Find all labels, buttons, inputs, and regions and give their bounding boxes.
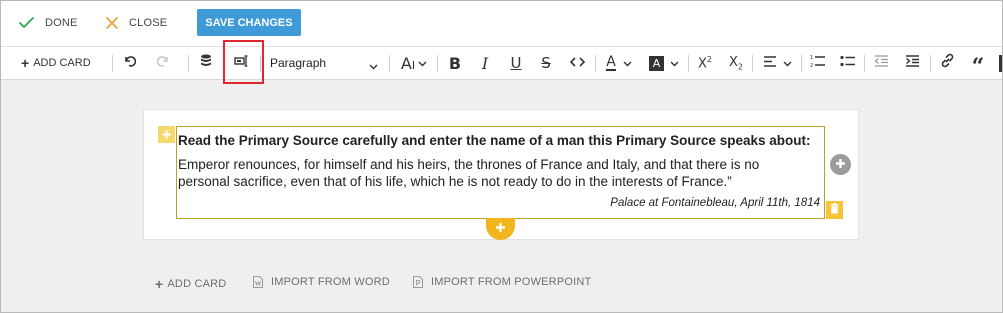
done-button[interactable]: DONE [18,0,78,45]
toolbar-divider [260,55,261,72]
undo-button[interactable] [118,47,140,79]
word-file-icon [253,276,263,288]
database-button[interactable] [195,47,217,79]
chevron-down-icon [670,54,679,72]
underline-icon: U [510,54,522,72]
redo-icon [156,54,170,72]
toolbar-add-card-label: ADD CARD [33,57,91,69]
toolbar-divider [112,55,113,72]
toolbar-divider [688,55,689,72]
toolbar-divider [188,55,189,72]
numbered-list-button[interactable]: 12 [807,47,829,79]
blockquote-button[interactable]: “ [967,47,989,79]
plus-icon [835,156,846,174]
toolbar-divider [437,55,438,72]
superscript-button[interactable]: X2 [694,47,716,79]
toolbar-divider [595,55,596,72]
toolbar-add-card-button[interactable]: + ADD CARD [21,47,91,79]
plus-icon [162,126,171,144]
background-color-button[interactable]: A [645,47,683,79]
import-from-word-link[interactable]: IMPORT FROM WORD [253,276,390,288]
strikethrough-button[interactable]: S [535,47,557,79]
primary-source-quote: Emperor renounces, for himself and his h… [178,157,818,190]
align-select[interactable] [758,47,796,79]
bullet-list-icon [840,54,856,72]
chevron-down-icon [418,54,427,72]
underline-button[interactable]: U [505,47,527,79]
code-button[interactable] [565,47,589,79]
plus-icon: + [155,276,164,292]
background-color-icon: A [649,55,664,71]
bold-icon: B [448,53,462,73]
import-from-powerpoint-link[interactable]: IMPORT FROM POWERPOINT [413,276,591,288]
add-side-button[interactable] [830,154,851,175]
import-word-label: IMPORT FROM WORD [271,276,390,288]
italic-icon: I [481,53,489,73]
text-color-button[interactable]: A [601,47,637,79]
redo-button[interactable] [152,47,174,79]
text-color-icon: A [606,53,616,71]
quote-icon: “ [971,54,985,80]
add-above-button[interactable] [158,126,175,143]
strikethrough-icon: S [541,54,551,72]
outdent-button[interactable] [870,47,892,79]
close-icon [105,16,119,30]
quote-line: personal sacrifice, even that of his lif… [178,173,732,189]
superscript-icon: X2 [698,54,712,72]
quote-line: Emperor renounces, for himself and his h… [178,157,760,172]
delete-block-button[interactable] [826,201,843,219]
toolbar-divider [389,55,390,72]
align-left-icon [763,54,777,72]
done-label: DONE [45,16,78,29]
toolbar-overflow-edge [999,55,1002,72]
paragraph-style-value: Paragraph [270,56,327,70]
paragraph-style-select[interactable]: Paragraph [270,47,380,79]
close-label: CLOSE [129,16,168,29]
subscript-button[interactable]: X2 [724,47,748,79]
toolbar-divider [930,55,931,72]
outdent-icon [873,54,889,72]
bullet-list-button[interactable] [837,47,859,79]
svg-text:2: 2 [810,63,813,68]
chevron-down-icon [783,54,792,72]
trash-icon [830,201,839,219]
source-attribution: Palace at Fontainebleau, April 11th, 181… [610,197,820,209]
toolbar-divider [752,55,753,72]
subscript-icon: X2 [729,54,743,72]
indent-icon [905,54,920,72]
code-icon [569,54,585,72]
save-changes-button[interactable]: SAVE CHANGES [197,9,301,36]
numbered-list-icon: 12 [810,54,826,73]
font-size-icon: AI [400,53,416,73]
link-icon [940,53,955,73]
chevron-down-icon [369,59,378,73]
chevron-down-icon [623,54,632,72]
italic-button[interactable]: I [474,47,496,79]
highlight-box [223,40,264,84]
check-icon [18,16,35,29]
plus-icon: + [21,55,30,71]
font-size-select[interactable]: AI [396,47,432,79]
question-prompt: Read the Primary Source carefully and en… [178,133,811,148]
close-button[interactable]: CLOSE [105,0,167,45]
svg-text:1: 1 [810,55,813,61]
import-ppt-label: IMPORT FROM POWERPOINT [431,276,592,288]
plus-icon [495,220,506,238]
add-card-link-label: ADD CARD [167,278,227,290]
toolbar-divider [864,55,865,72]
undo-icon [123,54,136,72]
add-card-link[interactable]: + ADD CARD [155,276,226,292]
bold-button[interactable]: B [444,47,466,79]
powerpoint-file-icon [413,276,423,288]
toolbar-divider [801,55,802,72]
indent-button[interactable] [901,47,923,79]
link-button[interactable] [936,47,958,79]
database-icon [200,54,212,73]
